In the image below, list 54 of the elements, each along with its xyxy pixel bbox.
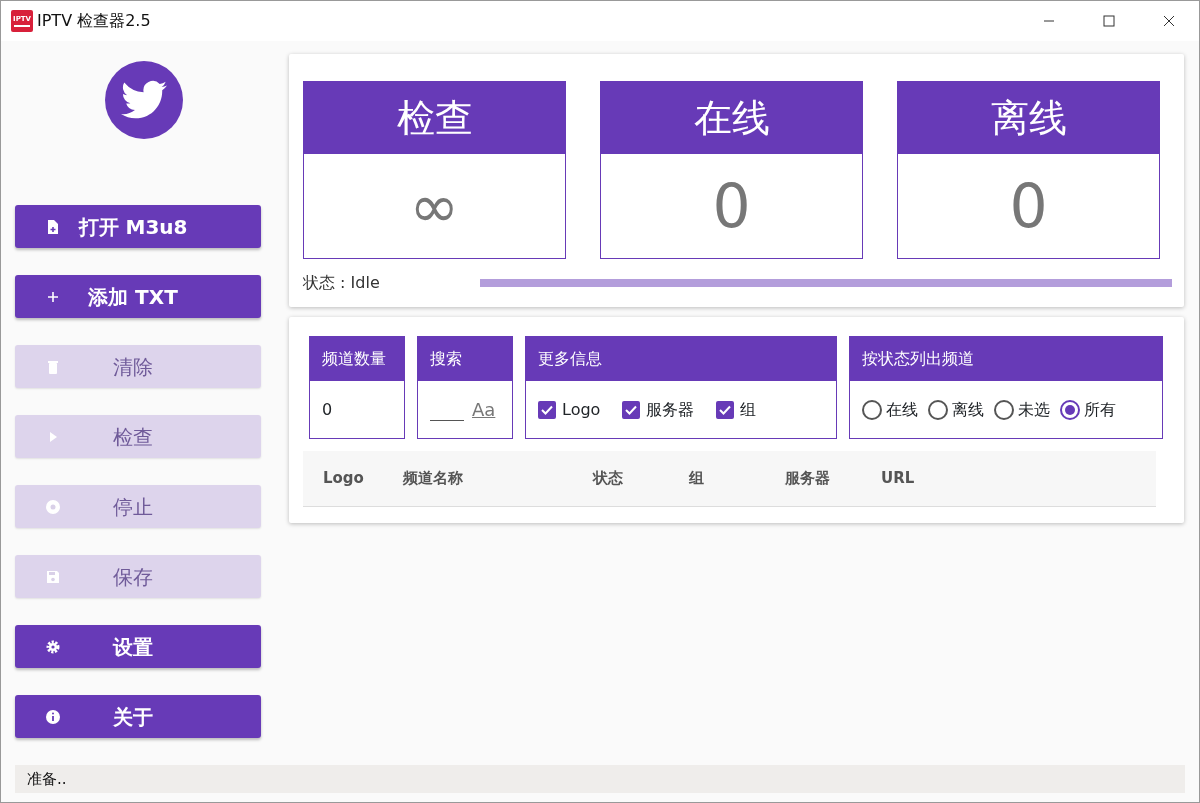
stat-title: 检查 [304, 82, 565, 154]
settings-icon [45, 638, 61, 655]
sidebar-button[interactable]: 添加 TXT [15, 275, 261, 318]
column-header: 状态 [593, 468, 624, 490]
filter-title: 搜索 [418, 337, 512, 381]
sidebar-button[interactable]: 打开 M3u8 [15, 205, 261, 248]
checkbox[interactable] [622, 400, 641, 419]
sidebar-button[interactable]: 设置 [15, 625, 261, 668]
trash-icon [45, 358, 61, 375]
radio-button[interactable] [862, 399, 882, 420]
column-header: Logo [322, 468, 365, 490]
radio-option[interactable]: 在线 [862, 397, 918, 422]
radio-option[interactable]: 所有 [1060, 397, 1116, 422]
column-header: 服务器 [785, 468, 831, 490]
option-label: Logo [562, 398, 601, 421]
radio-option[interactable]: 未选 [994, 397, 1050, 422]
column-header: URL [881, 468, 916, 490]
status-text: 准备.. [15, 765, 1185, 793]
window-title: IPTV 检查器2.5 [37, 10, 151, 32]
checkbox-option[interactable]: Logo [538, 397, 601, 422]
filter-title: 按状态列出频道 [850, 337, 1162, 381]
save-icon [45, 568, 61, 585]
info-icon [45, 708, 61, 725]
file-plus-icon [45, 218, 61, 235]
stop-icon [45, 498, 61, 515]
sidebar-button[interactable]: 关于 [15, 695, 261, 738]
filter-title: 更多信息 [526, 337, 836, 381]
stat-value: 0 [711, 170, 752, 243]
checkbox-option[interactable]: 服务器 [622, 397, 695, 422]
column-header: 频道名称 [403, 468, 464, 490]
radio-button[interactable] [928, 399, 948, 420]
option-label: 组 [740, 398, 757, 421]
checkbox[interactable] [716, 400, 735, 419]
option-label: 所有 [1084, 398, 1116, 421]
option-label: 在线 [886, 398, 918, 421]
radio-button[interactable] [1060, 399, 1080, 420]
checkbox[interactable] [538, 400, 556, 419]
column-header: 组 [689, 468, 705, 490]
stat-value: 0 [1008, 170, 1049, 243]
maximize-icon[interactable] [1103, 15, 1115, 27]
match-case-toggle[interactable]: Aa [472, 396, 496, 423]
checkbox-option[interactable]: 组 [716, 397, 757, 422]
stat-title: 在线 [601, 82, 862, 154]
channel-count-value: 0 [322, 398, 333, 421]
radio-button[interactable] [994, 399, 1014, 420]
filter-title: 频道数量 [310, 337, 404, 381]
status-label: 状态 : Idle [303, 272, 380, 294]
radio-option[interactable]: 离线 [928, 397, 984, 422]
option-label: 离线 [952, 398, 984, 421]
stat-title: 离线 [898, 82, 1159, 154]
close-icon[interactable] [1163, 15, 1175, 27]
stat-value: ∞ [408, 170, 461, 243]
option-label: 服务器 [646, 398, 695, 421]
option-label: 未选 [1018, 398, 1050, 421]
